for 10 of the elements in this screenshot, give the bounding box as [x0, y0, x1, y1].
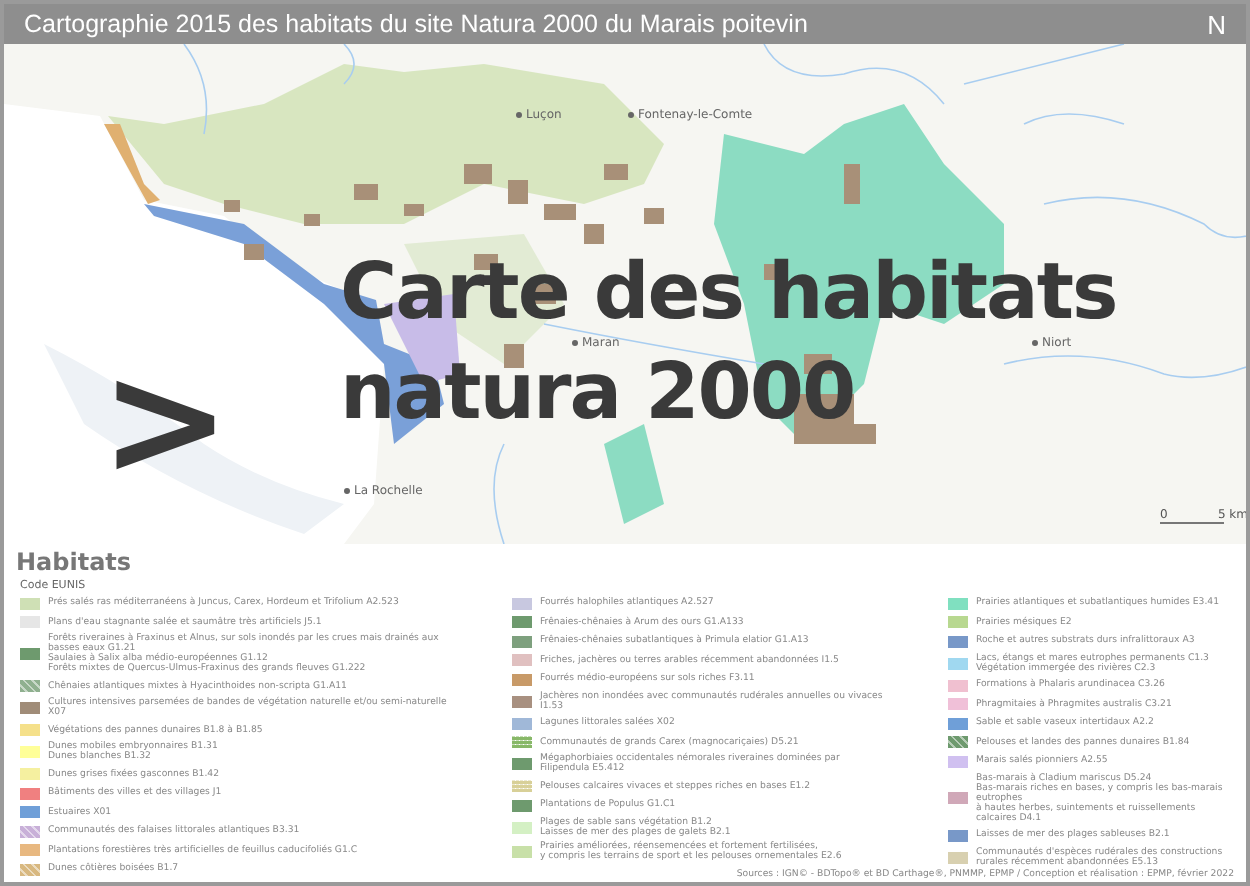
- arrow-glyph: >: [100, 344, 231, 500]
- city-dot-icon: [516, 112, 522, 118]
- map-title: Cartographie 2015 des habitats du site Natura 2000 du Marais poitevin: [24, 10, 808, 38]
- city-dot-icon: [1032, 340, 1038, 346]
- city-dot-icon: [344, 488, 350, 494]
- legend-title: Habitats: [16, 548, 134, 576]
- north-arrow: N: [1207, 9, 1226, 39]
- scale-bar: [1160, 522, 1224, 524]
- city-dot-icon: [572, 340, 578, 346]
- city-dot-icon: [628, 112, 634, 118]
